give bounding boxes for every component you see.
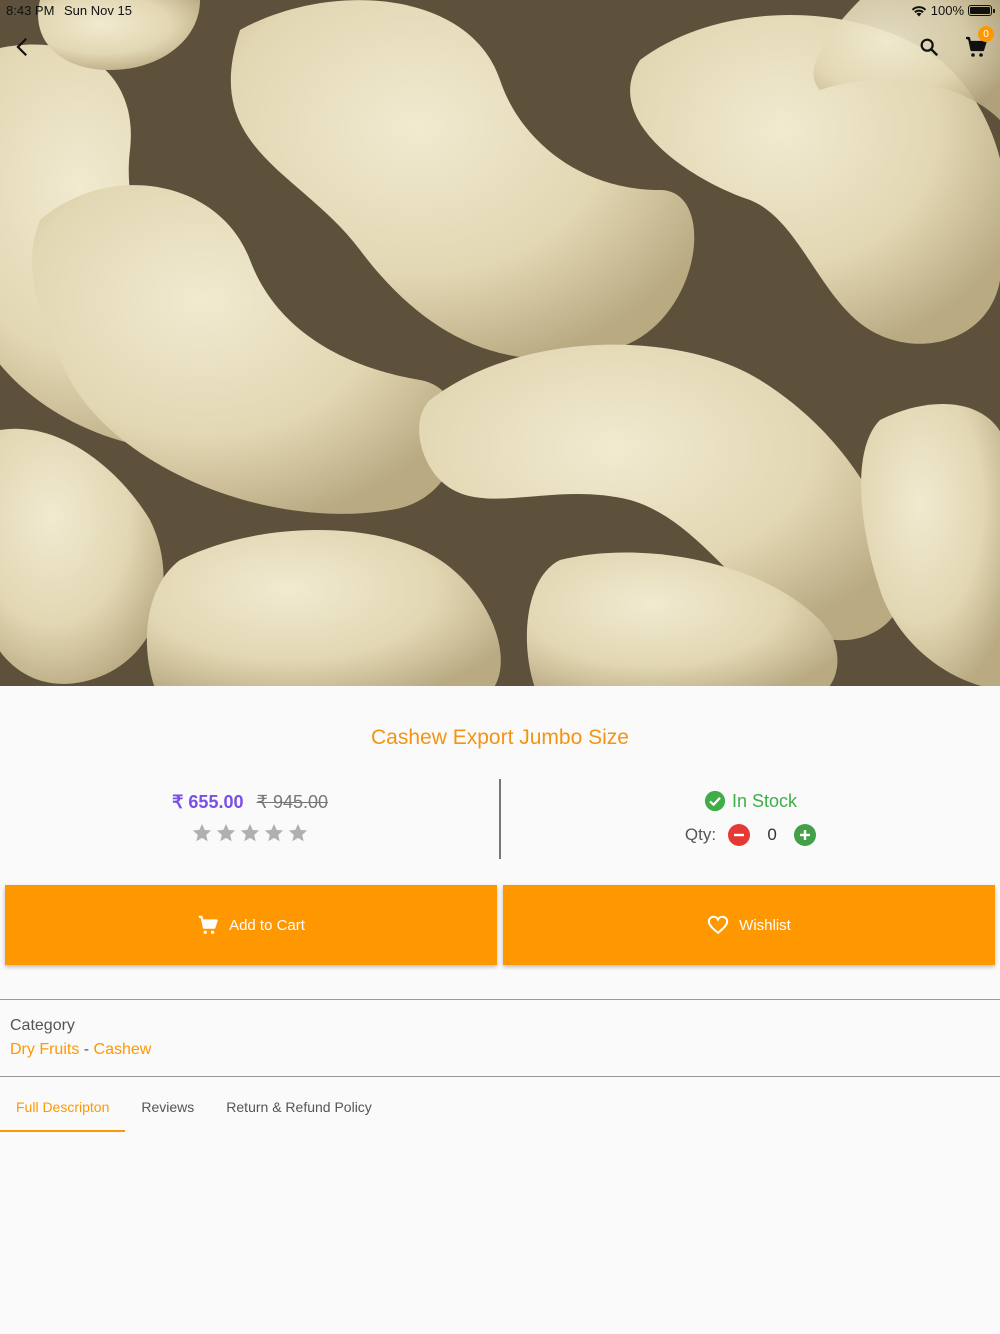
qty-value: 0 <box>767 825 777 844</box>
detail-tabs: Full Descripton Reviews Return & Refund … <box>0 1086 388 1132</box>
wishlist-label: Wishlist <box>739 916 791 934</box>
star-icon[interactable] <box>191 822 213 844</box>
star-icon[interactable] <box>263 822 285 844</box>
star-icon[interactable] <box>215 822 237 844</box>
qty-decrease-button[interactable] <box>728 824 751 846</box>
section-divider <box>0 1076 1000 1077</box>
cart-icon <box>198 915 218 934</box>
original-price: ₹ 945.00 <box>256 792 329 812</box>
price-panel: ₹ 655.00 ₹ 945.00 <box>0 780 500 860</box>
tab-reviews[interactable]: Reviews <box>125 1086 210 1132</box>
quantity-stepper: Qty: 0 <box>501 824 1000 846</box>
wifi-icon <box>911 5 926 16</box>
minus-icon <box>734 833 745 837</box>
category-heading: Category <box>10 1017 75 1034</box>
stock-status: In Stock <box>501 790 1000 812</box>
status-date: Sun Nov 15 <box>64 3 132 18</box>
add-to-cart-label: Add to Cart <box>229 916 305 934</box>
battery-percent: 100% <box>930 3 964 18</box>
back-button[interactable] <box>8 32 38 62</box>
status-bar: 8:43 PM Sun Nov 15 100% <box>0 0 1000 20</box>
star-icon[interactable] <box>239 822 261 844</box>
qty-increase-button[interactable] <box>794 824 817 846</box>
qty-label: Qty: <box>684 825 717 844</box>
star-icon[interactable] <box>287 822 309 844</box>
search-button[interactable] <box>914 32 944 62</box>
check-circle-icon <box>704 790 726 812</box>
wishlist-button[interactable]: Wishlist <box>503 885 995 965</box>
rating-stars[interactable] <box>0 822 500 844</box>
heart-outline-icon <box>707 915 729 935</box>
stock-panel: In Stock Qty: 0 <box>501 780 1000 860</box>
plus-icon <box>800 830 811 840</box>
status-indicators: 100% <box>911 3 995 18</box>
status-time: 8:43 PM <box>6 3 55 18</box>
category-link-parent[interactable]: Dry Fruits <box>10 1041 79 1058</box>
section-divider <box>0 999 1000 1000</box>
category-separator: - <box>79 1041 94 1058</box>
category-breadcrumb: Dry Fruits - Cashew <box>10 1041 151 1059</box>
chevron-left-icon <box>16 37 27 57</box>
product-detail-screen: 8:43 PM Sun Nov 15 100% 0 Cashew Export … <box>0 0 1000 1334</box>
product-title: Cashew Export Jumbo Size <box>371 726 629 749</box>
product-image <box>0 0 1000 686</box>
tab-full-description[interactable]: Full Descripton <box>0 1086 126 1132</box>
battery-icon <box>968 5 995 16</box>
cart-count-badge: 0 <box>978 26 994 42</box>
stock-label: In Stock <box>731 790 798 811</box>
tab-return-refund-policy[interactable]: Return & Refund Policy <box>210 1086 388 1132</box>
cart-button[interactable]: 0 <box>960 26 994 62</box>
add-to-cart-button[interactable]: Add to Cart <box>5 885 497 965</box>
product-price: ₹ 655.00 <box>171 792 244 812</box>
price-line: ₹ 655.00 ₹ 945.00 <box>0 792 500 813</box>
search-icon <box>920 38 939 57</box>
category-link-child[interactable]: Cashew <box>94 1041 152 1058</box>
